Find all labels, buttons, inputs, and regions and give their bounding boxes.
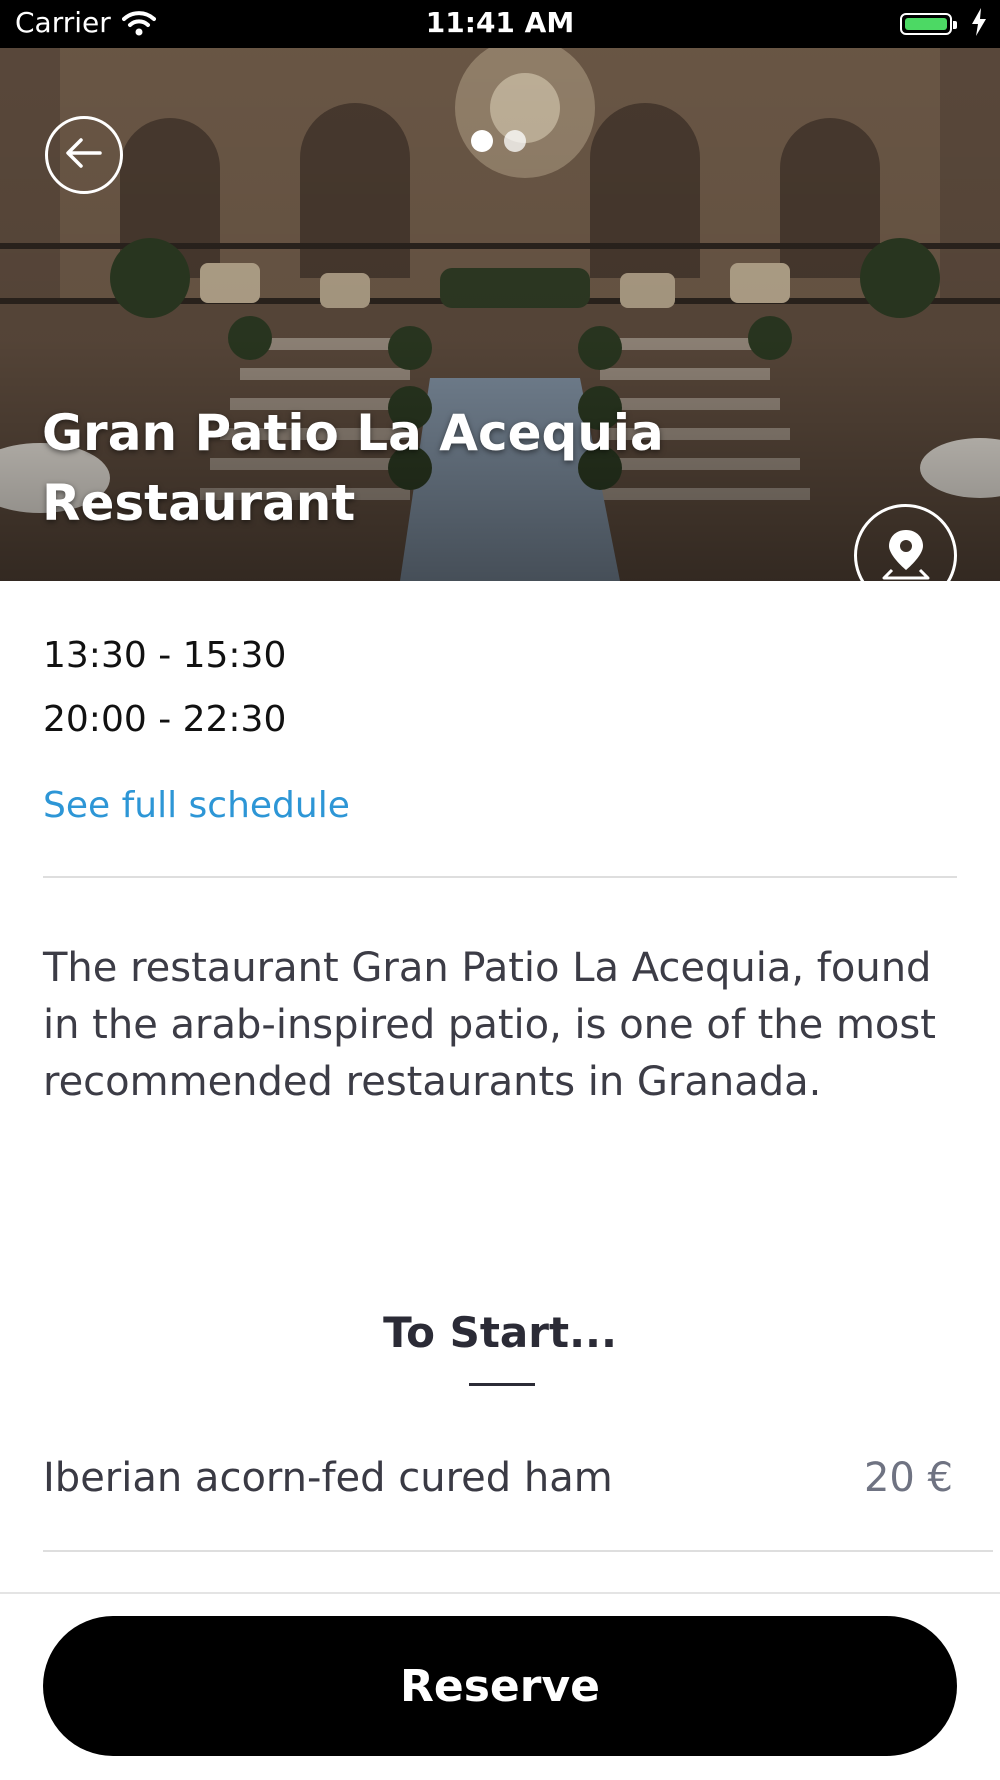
reserve-button[interactable]: Reserve <box>43 1616 957 1756</box>
hero-image[interactable]: Gran Patio La Acequia Restaurant <box>0 48 1000 581</box>
back-button[interactable] <box>45 116 123 194</box>
arrow-left-icon <box>64 136 104 174</box>
charging-bolt-icon <box>971 8 987 43</box>
opening-hours: 13:30 - 15:30 20:00 - 22:30 <box>43 624 286 752</box>
restaurant-title-line1: Gran Patio La Acequia <box>42 404 664 462</box>
restaurant-description: The restaurant Gran Patio La Acequia, fo… <box>43 945 936 1105</box>
carousel-indicator[interactable] <box>471 130 526 152</box>
battery-icon <box>900 13 957 35</box>
opening-hours-slot: 20:00 - 22:30 <box>43 699 287 740</box>
menu-divider <box>43 1550 993 1552</box>
map-pin-icon <box>880 526 932 582</box>
restaurant-title-line2: Restaurant <box>42 474 356 532</box>
section-title-underline <box>469 1383 535 1386</box>
status-bar: Carrier 11:41 AM <box>0 0 1000 48</box>
divider <box>43 876 957 878</box>
bottom-action-bar: Reserve <box>0 1592 1000 1780</box>
restaurant-title: Gran Patio La Acequia Restaurant <box>42 398 742 538</box>
status-time: 11:41 AM <box>425 6 575 39</box>
see-full-schedule-link[interactable]: See full schedule <box>43 785 350 826</box>
menu-item-name: Iberian acorn-fed cured ham <box>43 1455 613 1501</box>
opening-hours-slot: 13:30 - 15:30 <box>43 635 287 676</box>
carousel-dot[interactable] <box>504 130 526 152</box>
carousel-dot[interactable] <box>471 130 493 152</box>
menu-item-price: 20 € <box>863 1455 953 1501</box>
menu-section-title: To Start... <box>383 1308 617 1357</box>
